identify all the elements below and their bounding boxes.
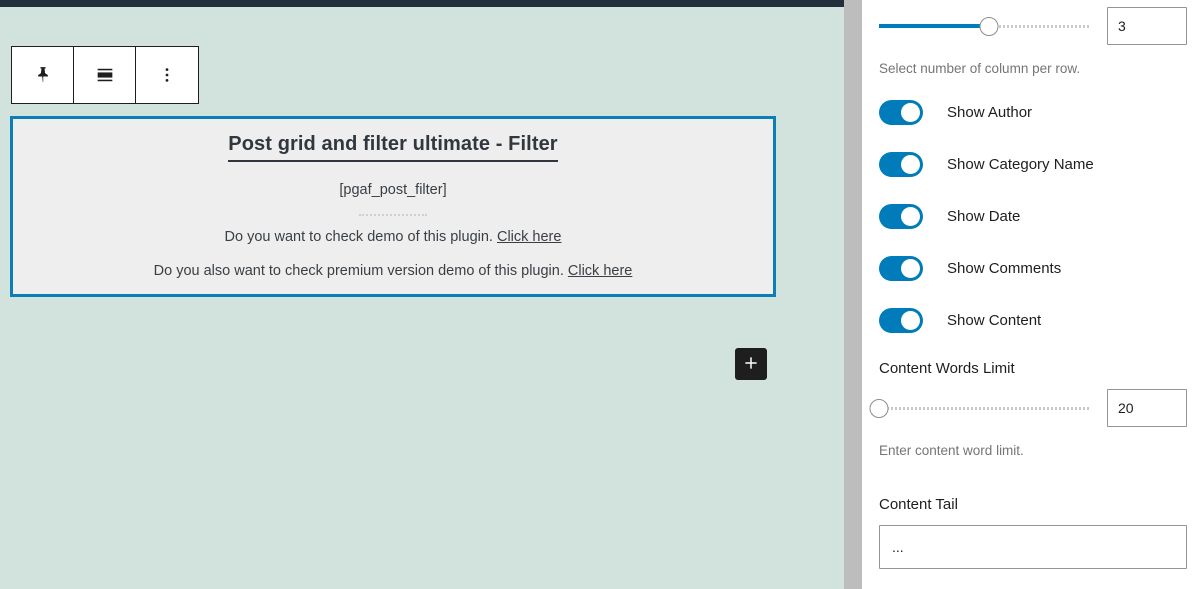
columns-number-input[interactable]	[1107, 7, 1187, 45]
premium-text: Do you also want to check premium versio…	[153, 263, 564, 279]
three-dots-vertical-icon	[156, 64, 178, 86]
columns-slider-thumb[interactable]	[979, 16, 999, 36]
content-tail-label: Content Tail	[879, 496, 958, 513]
content-words-limit-slider-thumb[interactable]	[869, 398, 889, 418]
columns-per-row-control	[879, 7, 1187, 45]
content-words-limit-help-text: Enter content word limit.	[879, 443, 1024, 458]
show-author-toggle[interactable]	[879, 99, 923, 125]
toggle-row-show-content[interactable]: Show Content	[879, 307, 1187, 333]
block-separator	[359, 214, 427, 217]
content-words-limit-label: Content Words Limit	[879, 360, 1015, 377]
show-comments-toggle[interactable]	[879, 255, 923, 281]
display-options-list: Show Author Show Category Name Show Date…	[879, 99, 1187, 333]
demo-text: Do you want to check demo of this plugin…	[224, 229, 493, 245]
selected-block[interactable]: Post grid and filter ultimate - Filter […	[10, 116, 776, 297]
more-options-button[interactable]	[136, 47, 198, 103]
block-shortcode: [pgaf_post_filter]	[339, 182, 447, 198]
align-icon-button[interactable]	[74, 47, 136, 103]
premium-link[interactable]: Click here	[568, 263, 632, 279]
toggle-row-show-author[interactable]: Show Author	[879, 99, 1187, 125]
pin-icon-button[interactable]	[12, 47, 74, 103]
admin-bar	[0, 0, 844, 7]
premium-line: Do you also want to check premium versio…	[154, 263, 633, 279]
columns-slider[interactable]	[879, 13, 1091, 39]
toggle-row-show-date[interactable]: Show Date	[879, 203, 1187, 229]
content-words-limit-control	[869, 389, 1187, 427]
pin-icon	[32, 64, 54, 86]
editor-window: Post grid and filter ultimate - Filter […	[0, 0, 1203, 589]
content-words-limit-slider-track	[879, 406, 1091, 410]
columns-help-text: Select number of column per row.	[879, 61, 1081, 76]
show-category-name-label: Show Category Name	[947, 155, 1094, 173]
show-content-toggle[interactable]	[879, 307, 923, 333]
demo-link[interactable]: Click here	[497, 229, 561, 245]
canvas-scrollbar-thumb[interactable]	[844, 0, 862, 589]
toggle-row-show-category-name[interactable]: Show Category Name	[879, 151, 1187, 177]
block-inserter-button[interactable]	[735, 348, 767, 380]
content-words-limit-number-input[interactable]	[1107, 389, 1187, 427]
content-tail-input[interactable]	[879, 525, 1187, 569]
plus-icon	[742, 354, 760, 375]
align-wide-icon	[94, 64, 116, 86]
demo-line: Do you want to check demo of this plugin…	[225, 229, 562, 245]
show-category-name-toggle[interactable]	[879, 151, 923, 177]
block-toolbar	[11, 46, 199, 104]
show-comments-label: Show Comments	[947, 259, 1062, 277]
block-title: Post grid and filter ultimate - Filter	[228, 133, 558, 162]
editor-canvas[interactable]: Post grid and filter ultimate - Filter […	[0, 0, 844, 589]
content-words-limit-slider[interactable]	[869, 395, 1091, 421]
show-author-label: Show Author	[947, 103, 1033, 121]
toggle-row-show-comments[interactable]: Show Comments	[879, 255, 1187, 281]
show-content-label: Show Content	[947, 311, 1042, 329]
show-date-toggle[interactable]	[879, 203, 923, 229]
block-content: Post grid and filter ultimate - Filter […	[13, 119, 773, 294]
block-settings-sidebar: Select number of column per row. Show Au…	[863, 0, 1203, 589]
canvas-scrollbar-track[interactable]	[844, 0, 863, 589]
show-date-label: Show Date	[947, 207, 1021, 225]
columns-slider-fill	[879, 24, 990, 28]
